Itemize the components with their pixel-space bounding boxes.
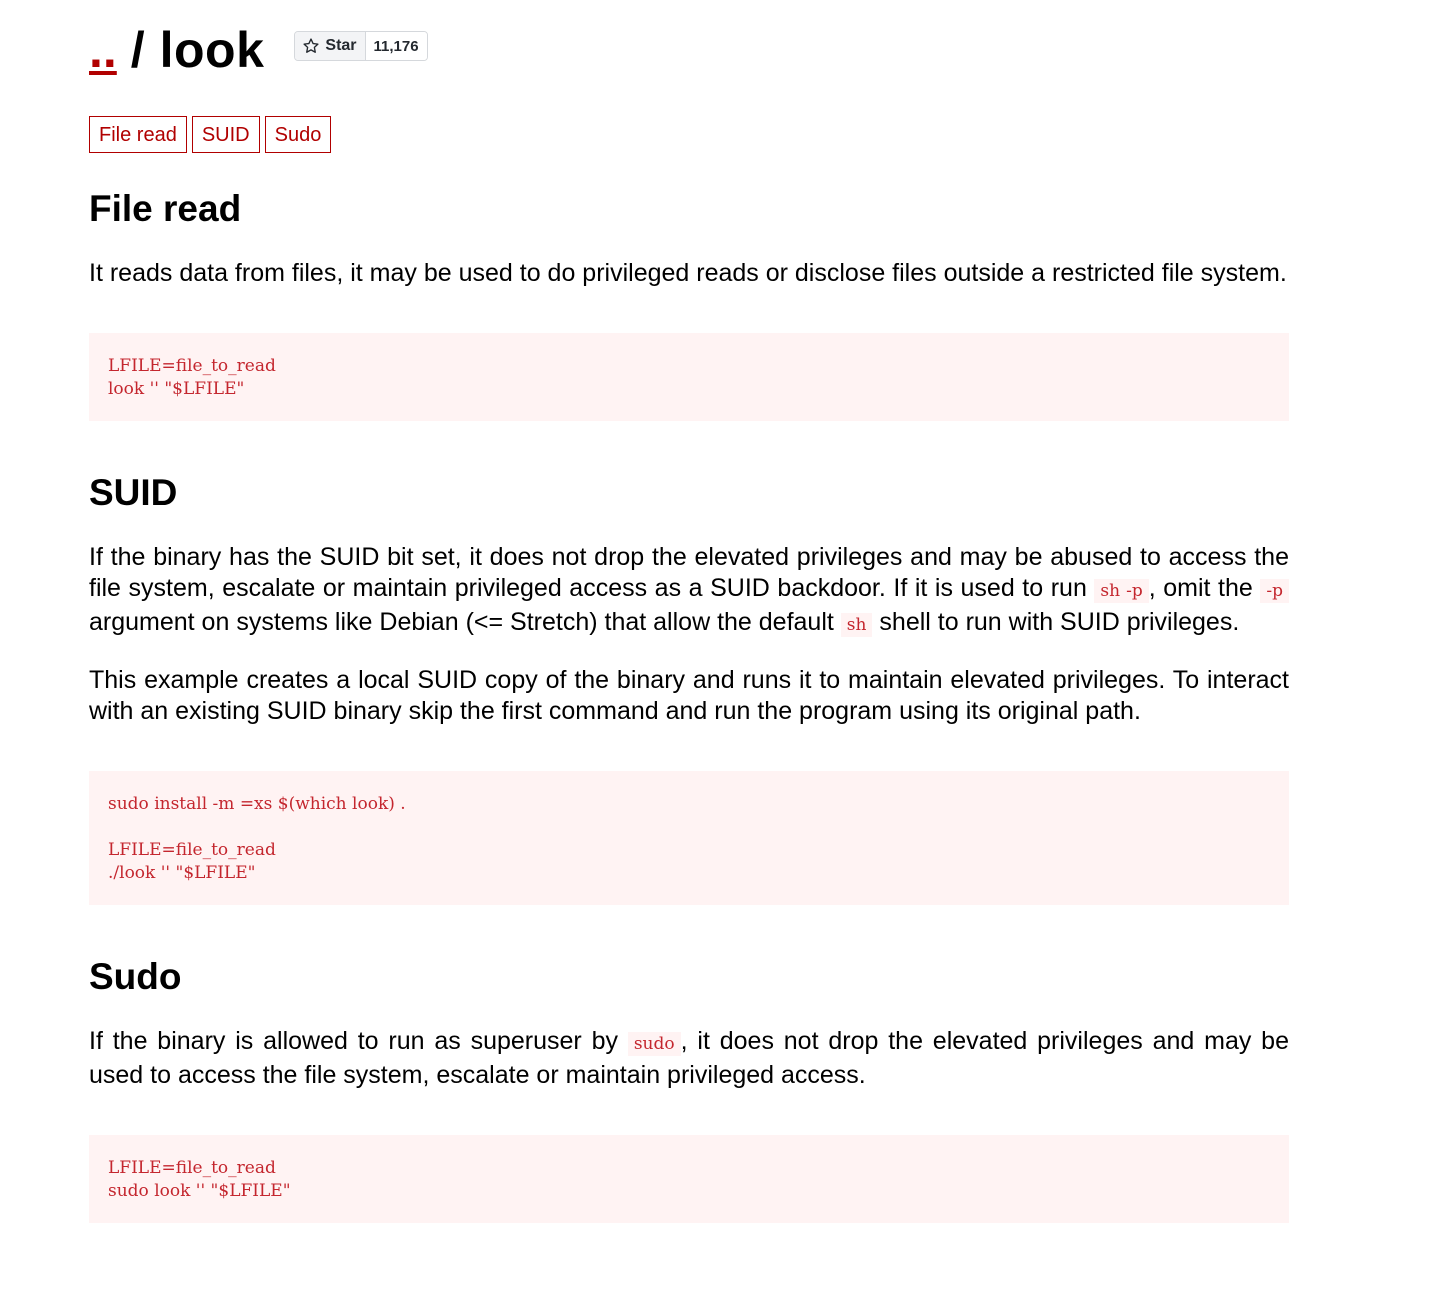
- suid-example-description: This example creates a local SUID copy o…: [89, 666, 1289, 725]
- star-button[interactable]: Star: [295, 32, 366, 60]
- sudo-description: If the binary is allowed to run as super…: [89, 1026, 1289, 1091]
- code-line: sudo install -m =xs $(which look) .: [108, 794, 406, 814]
- inline-code-sh: sh: [840, 613, 873, 637]
- sudo-code-block[interactable]: LFILE=file_to_readsudo look '' "$LFILE": [89, 1135, 1289, 1223]
- inline-code-p-flag: -p: [1260, 579, 1290, 603]
- inline-code-sh-p: sh -p: [1094, 579, 1149, 603]
- file-read-description: It reads data from files, it may be used…: [89, 259, 1287, 287]
- file-read-code-block[interactable]: LFILE=file_to_readlook '' "$LFILE": [89, 333, 1289, 421]
- section-title-file-read: File read: [89, 188, 242, 229]
- tag-suid[interactable]: SUID: [191, 116, 260, 153]
- page-title: / look: [131, 25, 265, 75]
- sudo-text: If the binary is allowed to run as super…: [89, 1027, 628, 1055]
- code-line: LFILE=file_to_read: [108, 1158, 276, 1178]
- binary-name: look: [159, 22, 265, 78]
- page: .. / look Star 11,176 File read SUID Sud…: [89, 0, 1290, 1223]
- page-header: .. / look Star 11,176: [89, 18, 1289, 82]
- code-line: ./look '' "$LFILE": [108, 863, 256, 883]
- suid-text: , omit the: [1148, 574, 1261, 602]
- inline-code-sudo: sudo: [627, 1032, 681, 1056]
- section-title-suid: SUID: [89, 472, 178, 513]
- code-line: sudo look '' "$LFILE": [108, 1181, 291, 1201]
- code-line: LFILE=file_to_read: [108, 840, 276, 860]
- section-title-sudo: Sudo: [89, 956, 182, 997]
- function-tags: File read SUID Sudo: [89, 116, 1289, 153]
- title-separator: /: [130, 22, 146, 78]
- parent-directory-link[interactable]: ..: [89, 25, 117, 75]
- tag-file-read[interactable]: File read: [89, 116, 187, 153]
- suid-code-block[interactable]: sudo install -m =xs $(which look) . LFILE…: [89, 771, 1289, 905]
- tag-sudo[interactable]: Sudo: [264, 116, 332, 153]
- suid-text: argument on systems like Debian (<= Stre…: [89, 608, 841, 636]
- code-line: look '' "$LFILE": [108, 379, 245, 399]
- suid-text: shell to run with SUID privileges.: [872, 608, 1240, 636]
- star-count[interactable]: 11,176: [365, 32, 427, 60]
- suid-description: If the binary has the SUID bit set, it d…: [89, 542, 1290, 641]
- star-outline-icon: [303, 38, 319, 53]
- star-label: Star: [325, 37, 357, 54]
- github-star-widget: Star 11,176: [294, 31, 428, 61]
- code-line: LFILE=file_to_read: [108, 356, 276, 376]
